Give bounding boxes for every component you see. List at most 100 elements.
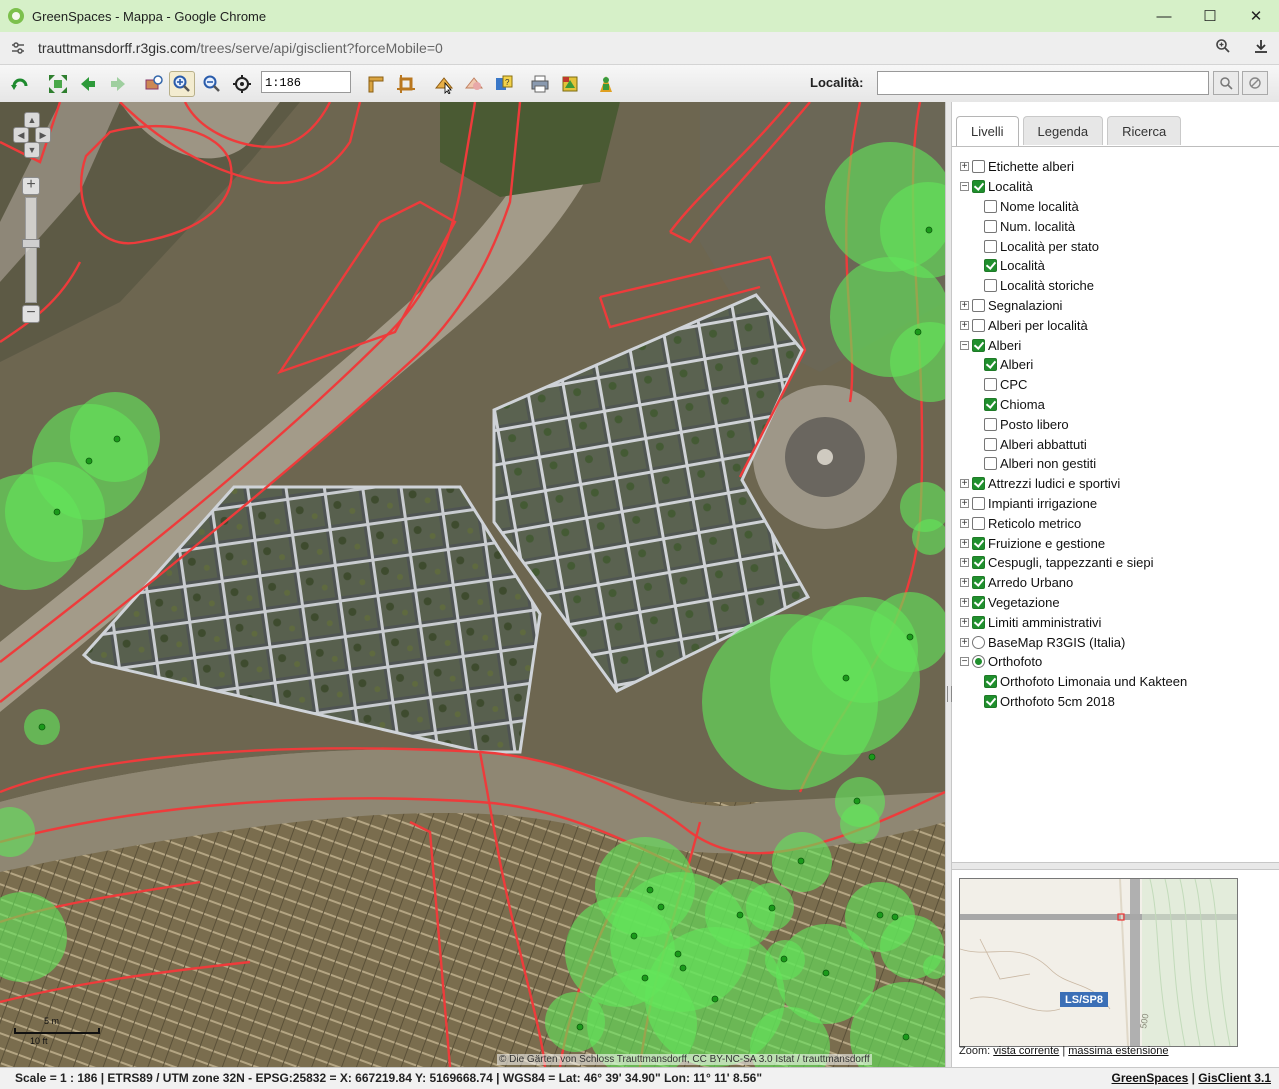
expand-icon[interactable]: +	[960, 320, 969, 330]
layer-checkbox[interactable]	[984, 694, 997, 708]
layer-checkbox[interactable]	[984, 457, 997, 471]
layer-checkbox[interactable]	[984, 199, 997, 213]
pan-up-button[interactable]: ▲	[24, 112, 40, 128]
collapse-icon[interactable]: −	[960, 182, 969, 192]
measure-line-icon[interactable]	[363, 71, 389, 97]
refresh-icon[interactable]	[7, 71, 33, 97]
layer-row[interactable]: + Impianti irrigazione	[960, 494, 1275, 514]
expand-icon[interactable]: +	[960, 518, 969, 528]
print-icon[interactable]	[527, 71, 553, 97]
export-icon[interactable]	[557, 71, 583, 97]
layer-row[interactable]: Località	[960, 256, 1275, 276]
locality-search-input[interactable]	[877, 71, 1209, 95]
map-zoom-in-button[interactable]: +	[22, 177, 40, 195]
layer-checkbox[interactable]	[984, 259, 997, 273]
layer-row[interactable]: − Località	[960, 177, 1275, 197]
expand-icon[interactable]: +	[960, 578, 969, 588]
layer-checkbox[interactable]	[984, 397, 997, 411]
layer-row[interactable]: Posto libero	[960, 414, 1275, 434]
tab-ricerca[interactable]: Ricerca	[1107, 116, 1182, 145]
layer-checkbox[interactable]	[972, 516, 985, 530]
info-icon[interactable]	[461, 71, 487, 97]
layer-row[interactable]: + Limiti amministrativi	[960, 612, 1275, 632]
expand-icon[interactable]: +	[960, 479, 969, 489]
layer-row[interactable]: − Orthofoto	[960, 652, 1275, 672]
map-canvas[interactable]: © Die Gärten von Schloss Trauttmansdorff…	[0, 102, 945, 1067]
expand-icon[interactable]: +	[960, 617, 969, 627]
download-icon[interactable]	[1253, 38, 1269, 59]
layer-row[interactable]: Orthofoto Limonaia und Kakteen	[960, 672, 1275, 692]
layer-row[interactable]: Nome località	[960, 197, 1275, 217]
back-icon[interactable]	[75, 71, 101, 97]
layer-checkbox[interactable]	[972, 160, 985, 174]
expand-icon[interactable]: +	[960, 538, 969, 548]
panel-splitter[interactable]	[945, 102, 952, 1067]
expand-icon[interactable]: +	[960, 498, 969, 508]
layer-row[interactable]: + Segnalazioni	[960, 296, 1275, 316]
expand-icon[interactable]: +	[960, 597, 969, 607]
layer-row[interactable]: Alberi	[960, 355, 1275, 375]
overview-map[interactable]: LS/SP8 500	[959, 878, 1238, 1047]
layer-checkbox[interactable]	[972, 496, 985, 510]
zoom-in-icon[interactable]	[169, 71, 195, 97]
layer-checkbox[interactable]	[972, 477, 985, 491]
greenspaces-link[interactable]: GreenSpaces	[1112, 1071, 1189, 1085]
layer-row[interactable]: Località per stato	[960, 236, 1275, 256]
zoom-knob[interactable]	[22, 239, 40, 248]
expand-icon[interactable]: +	[960, 637, 969, 647]
layer-row[interactable]: + Cespugli, tappezzanti e siepi	[960, 553, 1275, 573]
expand-icon[interactable]: +	[960, 558, 969, 568]
layer-row[interactable]: Num. località	[960, 216, 1275, 236]
pan-down-button[interactable]: ▼	[24, 142, 40, 158]
layer-checkbox[interactable]	[972, 595, 985, 609]
tab-livelli[interactable]: Livelli	[956, 116, 1019, 147]
pan-left-button[interactable]: ◀	[13, 127, 29, 143]
clear-search-button[interactable]	[1242, 71, 1268, 95]
layer-row[interactable]: + Arredo Urbano	[960, 573, 1275, 593]
layer-checkbox[interactable]	[972, 338, 985, 352]
layer-row[interactable]: Alberi non gestiti	[960, 454, 1275, 474]
layer-checkbox[interactable]	[972, 556, 985, 570]
url-text[interactable]: trauttmansdorff.r3gis.com/trees/serve/ap…	[38, 40, 443, 56]
layer-row[interactable]: CPC	[960, 375, 1275, 395]
layer-row[interactable]: Orthofoto 5cm 2018	[960, 692, 1275, 712]
zoom-track[interactable]	[25, 197, 37, 303]
measure-area-icon[interactable]	[393, 71, 419, 97]
forward-icon[interactable]	[105, 71, 131, 97]
layer-row[interactable]: + Alberi per località	[960, 315, 1275, 335]
expand-icon[interactable]: +	[960, 300, 969, 310]
layer-checkbox[interactable]	[972, 615, 985, 629]
layer-checkbox[interactable]	[972, 536, 985, 550]
user-icon[interactable]	[593, 71, 619, 97]
minimize-button[interactable]: —	[1141, 0, 1187, 32]
tab-legenda[interactable]: Legenda	[1022, 116, 1104, 145]
center-icon[interactable]	[229, 71, 255, 97]
map-zoom-out-button[interactable]: −	[22, 305, 40, 323]
layer-checkbox[interactable]	[984, 378, 997, 392]
full-extent-icon[interactable]	[45, 71, 71, 97]
max-extent-link[interactable]: massima estensione	[1068, 1045, 1168, 1057]
site-settings-icon[interactable]	[10, 40, 26, 56]
layer-checkbox[interactable]	[984, 437, 997, 451]
expand-icon[interactable]: +	[960, 162, 969, 172]
layer-checkbox[interactable]	[972, 576, 985, 590]
overview-splitter[interactable]	[952, 862, 1279, 870]
current-view-link[interactable]: vista corrente	[993, 1045, 1059, 1057]
layer-row[interactable]: − Alberi	[960, 335, 1275, 355]
layer-row[interactable]: + Reticolo metrico	[960, 513, 1275, 533]
collapse-icon[interactable]: −	[960, 340, 969, 350]
layer-row[interactable]: Località storiche	[960, 276, 1275, 296]
zoom-out-icon[interactable]	[199, 71, 225, 97]
layer-row[interactable]: Alberi abbattuti	[960, 434, 1275, 454]
address-bar[interactable]: trauttmansdorff.r3gis.com/trees/serve/ap…	[0, 32, 1279, 65]
layer-checkbox[interactable]	[972, 180, 985, 194]
layer-radio[interactable]	[972, 635, 985, 649]
layer-checkbox[interactable]	[984, 219, 997, 233]
layer-row[interactable]: + BaseMap R3GIS (Italia)	[960, 632, 1275, 652]
layer-checkbox[interactable]	[972, 318, 985, 332]
gisclient-link[interactable]: GisClient 3.1	[1198, 1071, 1271, 1085]
layer-checkbox[interactable]	[984, 279, 997, 293]
scale-input[interactable]: 1:186	[261, 71, 351, 93]
layer-row[interactable]: + Vegetazione	[960, 593, 1275, 613]
layer-checkbox[interactable]	[972, 298, 985, 312]
